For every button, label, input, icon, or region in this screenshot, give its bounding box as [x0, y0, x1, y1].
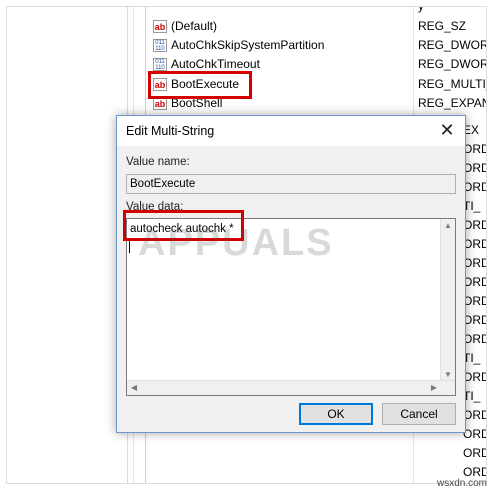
value-type-fragment: ORD	[463, 332, 486, 346]
binary-value-icon: 011 110	[153, 58, 167, 72]
value-name: AutoChkTimeout	[171, 57, 260, 71]
value-type-fragment: ORD	[463, 294, 486, 308]
value-name: AutoChkSkipSystemPartition	[171, 38, 325, 52]
value-type-fragment: ORD	[463, 313, 486, 327]
scroll-left-icon[interactable]: ◀	[127, 383, 141, 392]
value-type: REG_DWORD	[418, 57, 486, 71]
vertical-scrollbar[interactable]: ▲ ▼	[440, 219, 455, 395]
scroll-up-icon[interactable]: ▲	[441, 221, 455, 230]
value-type-fragment: ORD	[463, 237, 486, 251]
close-icon[interactable]: ✕	[437, 121, 457, 141]
binary-value-icon: 011 110	[153, 39, 167, 53]
value-type-fragment: ORD	[463, 180, 486, 194]
value-type: REG_SZ	[418, 19, 467, 33]
dialog-title-bar[interactable]: Edit Multi-String ✕	[117, 116, 465, 146]
string-value-icon: ab	[153, 20, 167, 34]
value-type-fragment: ORD	[463, 408, 486, 422]
appuals-watermark: APPUALS	[138, 222, 334, 264]
header-fragment: y	[418, 6, 424, 13]
scroll-right-icon[interactable]: ▶	[427, 383, 441, 392]
registry-row-default[interactable]: ab (Default)	[153, 17, 217, 36]
registry-tree-pane[interactable]	[7, 7, 128, 483]
value-type-fragment: ORD	[463, 142, 486, 156]
value-name-field[interactable]: BootExecute	[126, 174, 456, 194]
cancel-button[interactable]: Cancel	[382, 403, 456, 425]
value-name-label: Value name:	[126, 156, 190, 168]
site-watermark: wsxdn.com	[436, 478, 487, 489]
value-type-fragment: ORD	[463, 446, 486, 460]
value-type-fragment: ORD	[463, 161, 486, 175]
value-type: REG_EXPANI	[418, 96, 487, 110]
edit-multi-string-dialog: Edit Multi-String ✕ Value name: BootExec…	[116, 115, 466, 433]
string-value-icon: ab	[153, 97, 167, 111]
horizontal-scrollbar[interactable]: ◀ ▶	[127, 380, 455, 395]
value-type-fragment: ORD	[463, 275, 486, 289]
bootexecute-highlight-box	[148, 71, 252, 99]
value-type: REG_MULTI_	[418, 77, 487, 91]
value-type-fragment: ORD	[463, 256, 486, 270]
value-type: REG_DWORD	[418, 38, 486, 52]
value-name: (Default)	[171, 19, 218, 33]
dialog-title: Edit Multi-String	[126, 124, 215, 138]
registry-row-autochkskip[interactable]: 011 110 AutoChkSkipSystemPartition	[153, 36, 324, 55]
ok-button[interactable]: OK	[299, 403, 373, 425]
text-caret	[129, 241, 130, 253]
scroll-down-icon[interactable]: ▼	[441, 370, 455, 379]
value-type-fragment: ORD	[463, 218, 486, 232]
value-type-fragment: ORD	[463, 427, 486, 441]
value-type-fragment: ORD	[463, 370, 486, 384]
